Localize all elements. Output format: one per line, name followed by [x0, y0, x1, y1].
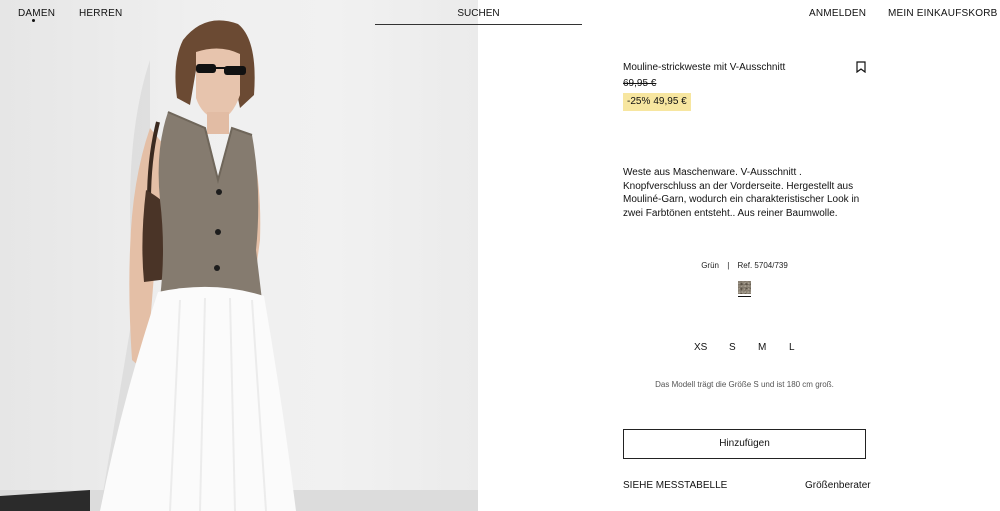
bookmark-icon[interactable] — [856, 61, 866, 73]
reference-number: Ref. 5704/739 — [737, 261, 788, 270]
product-title: Mouline-strickweste mit V-Ausschnitt — [623, 62, 786, 73]
selected-swatch-underline — [738, 296, 751, 297]
add-to-cart-button[interactable]: Hinzufügen — [623, 429, 866, 459]
sale-price: 49,95 € — [653, 96, 687, 107]
size-advisor-link[interactable]: Größenberater — [805, 480, 871, 491]
size-option-l[interactable]: L — [789, 342, 795, 353]
product-photo — [0, 0, 478, 511]
active-nav-indicator — [32, 19, 35, 22]
size-option-s[interactable]: S — [729, 342, 736, 353]
discount-percent: -25% — [627, 96, 651, 107]
nav-women[interactable]: DAMEN — [18, 8, 55, 19]
model-illustration — [0, 20, 478, 511]
search-label: SUCHEN — [457, 8, 500, 19]
color-swatch[interactable] — [738, 281, 751, 294]
cart-link[interactable]: MEIN EINKAUFSKORB — [888, 8, 998, 19]
size-option-m[interactable]: M — [758, 342, 766, 353]
meta-separator: | — [727, 261, 730, 270]
color-reference: Grün | Ref. 5704/739 — [623, 261, 866, 270]
model-size-note: Das Modell trägt die Größe S und ist 180… — [655, 380, 834, 389]
size-option-xs[interactable]: XS — [694, 342, 707, 353]
size-chart-link[interactable]: SIEHE MESSTABELLE — [623, 480, 727, 491]
sale-price-badge: -25% 49,95 € — [623, 93, 691, 111]
original-price: 69,95 € — [623, 78, 657, 89]
search-field[interactable]: SUCHEN — [375, 5, 582, 25]
login-link[interactable]: ANMELDEN — [809, 8, 866, 19]
color-name: Grün — [701, 261, 719, 270]
nav-men[interactable]: HERREN — [79, 8, 122, 19]
product-description: Weste aus Maschenware. V-Ausschnitt . Kn… — [623, 167, 860, 219]
